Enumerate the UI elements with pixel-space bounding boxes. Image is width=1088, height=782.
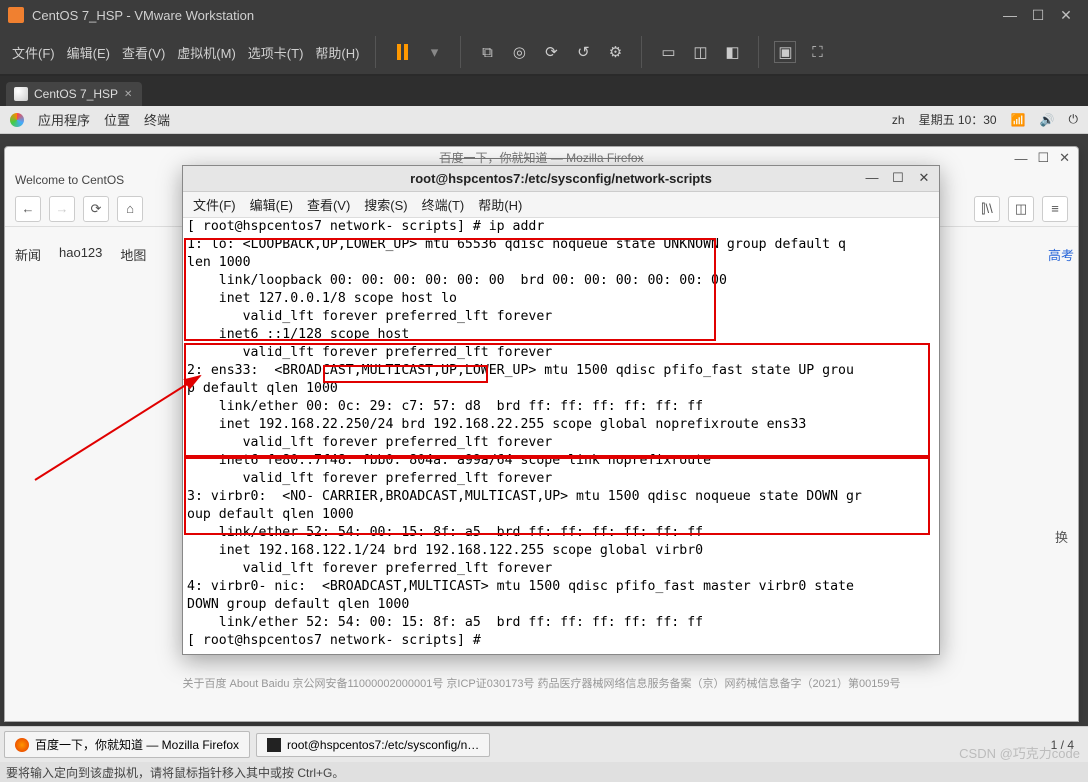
link-map[interactable]: 地图 bbox=[120, 245, 146, 264]
vmware-status-text: 要将输入定向到该虚拟机，请将鼠标指针移入其中或按 Ctrl+G。 bbox=[6, 764, 344, 781]
fullscreen-button[interactable]: ⛶ bbox=[807, 42, 827, 62]
nav-reload-button[interactable]: ⟳ bbox=[83, 196, 109, 222]
terminal-output[interactable]: [ root@hspcentos7 network- scripts] # ip… bbox=[183, 218, 939, 654]
nav-back-button[interactable]: ← bbox=[15, 196, 41, 222]
term-menu-search[interactable]: 搜索(S) bbox=[364, 195, 407, 214]
window-maximize-button[interactable]: ☐ bbox=[1024, 7, 1052, 24]
panel-lang[interactable]: zh bbox=[892, 113, 905, 127]
taskbar-terminal-button[interactable]: root@hspcentos7:/etc/sysconfig/n… bbox=[256, 733, 490, 757]
workspace-indicator[interactable]: 1 / 4 bbox=[1041, 738, 1084, 752]
firefox-title: 百度一下，你就知道 — Mozilla Firefox bbox=[5, 149, 1078, 166]
terminal-title: root@hspcentos7:/etc/sysconfig/network-s… bbox=[410, 171, 712, 186]
terminal-maximize-button[interactable]: ☐ bbox=[889, 170, 907, 186]
layout1-button[interactable]: ▭ bbox=[658, 42, 678, 62]
vmware-menubar: 文件(F) 编辑(E) 查看(V) 虚拟机(M) 选项卡(T) 帮助(H) ▾ … bbox=[0, 30, 1088, 76]
terminal-minimize-button[interactable]: — bbox=[863, 170, 881, 186]
vmware-icon bbox=[8, 7, 24, 23]
menu-help[interactable]: 帮助(H) bbox=[315, 43, 359, 62]
vm-tab[interactable]: CentOS 7_HSP ✕ bbox=[6, 82, 142, 106]
vmware-tabstrip: CentOS 7_HSP ✕ bbox=[0, 76, 1088, 106]
panel-terminal[interactable]: 终端 bbox=[144, 110, 170, 129]
terminal-menubar: 文件(F) 编辑(E) 查看(V) 搜索(S) 终端(T) 帮助(H) bbox=[183, 192, 939, 218]
vm-tab-label: CentOS 7_HSP bbox=[34, 87, 118, 101]
vm-tab-close-icon[interactable]: ✕ bbox=[124, 89, 132, 100]
taskbar-firefox-label: 百度一下，你就知道 — Mozilla Firefox bbox=[35, 736, 239, 753]
settings-button[interactable]: ⚙ bbox=[605, 42, 625, 62]
snapshot-button[interactable]: ◎ bbox=[509, 42, 529, 62]
vmware-titlebar: CentOS 7_HSP - VMware Workstation — ☐ ✕ bbox=[0, 0, 1088, 30]
term-menu-file[interactable]: 文件(F) bbox=[193, 195, 236, 214]
link-gaokao[interactable]: 高考 bbox=[1048, 245, 1074, 264]
sidebar-button[interactable]: ◫ bbox=[1008, 196, 1034, 222]
panel-places[interactable]: 位置 bbox=[104, 110, 130, 129]
window-close-button[interactable]: ✕ bbox=[1052, 7, 1080, 24]
menu-button[interactable]: ≡ bbox=[1042, 196, 1068, 222]
menu-tabs[interactable]: 选项卡(T) bbox=[248, 43, 304, 62]
term-menu-terminal[interactable]: 终端(T) bbox=[422, 195, 465, 214]
panel-power-icon[interactable]: ⏻ bbox=[1069, 112, 1079, 127]
term-menu-help[interactable]: 帮助(H) bbox=[478, 195, 522, 214]
console-button[interactable]: ▣ bbox=[775, 42, 795, 62]
menu-edit[interactable]: 编辑(E) bbox=[67, 43, 110, 62]
gnome-terminal-window: root@hspcentos7:/etc/sysconfig/network-s… bbox=[182, 165, 940, 655]
link-change[interactable]: 换 bbox=[1055, 527, 1068, 546]
pause-button[interactable] bbox=[392, 42, 412, 62]
taskbar-terminal-label: root@hspcentos7:/etc/sysconfig/n… bbox=[287, 738, 479, 752]
term-menu-edit[interactable]: 编辑(E) bbox=[250, 195, 293, 214]
vmware-title: CentOS 7_HSP - VMware Workstation bbox=[32, 8, 254, 23]
link-news[interactable]: 新闻 bbox=[15, 245, 41, 264]
library-button[interactable]: ⫿\\ bbox=[974, 196, 1000, 222]
gnome-taskbar: 百度一下，你就知道 — Mozilla Firefox root@hspcent… bbox=[0, 726, 1088, 762]
menu-vm[interactable]: 虚拟机(M) bbox=[177, 43, 236, 62]
firefox-tab[interactable]: Welcome to CentOS bbox=[5, 169, 134, 191]
gnome-top-panel: 应用程序 位置 终端 zh 星期五 10：30 📶 🔊 ⏻ bbox=[0, 106, 1088, 134]
vmware-statusbar: 要将输入定向到该虚拟机，请将鼠标指针移入其中或按 Ctrl+G。 bbox=[0, 762, 1088, 782]
layout3-button[interactable]: ◧ bbox=[722, 42, 742, 62]
layout2-button[interactable]: ◫ bbox=[690, 42, 710, 62]
terminal-titlebar: root@hspcentos7:/etc/sysconfig/network-s… bbox=[183, 166, 939, 192]
window-minimize-button[interactable]: — bbox=[996, 7, 1024, 23]
terminal-icon bbox=[267, 738, 281, 752]
terminal-close-button[interactable]: ✕ bbox=[915, 170, 933, 186]
power-dropdown[interactable]: ▾ bbox=[424, 42, 444, 62]
activities-icon[interactable] bbox=[10, 113, 24, 127]
revert-button[interactable]: ↺ bbox=[573, 42, 593, 62]
baidu-footer: 关于百度 About Baidu 京公网安备11000002000001号 京I… bbox=[5, 671, 1078, 695]
nav-forward-button[interactable]: → bbox=[49, 196, 75, 222]
panel-volume-icon[interactable]: 🔊 bbox=[1040, 113, 1055, 127]
panel-network-icon[interactable]: 📶 bbox=[1011, 113, 1026, 127]
term-menu-view[interactable]: 查看(V) bbox=[307, 195, 350, 214]
firefox-icon bbox=[15, 738, 29, 752]
snapshot-manager-button[interactable]: ⟳ bbox=[541, 42, 561, 62]
panel-applications[interactable]: 应用程序 bbox=[38, 110, 90, 129]
link-hao123[interactable]: hao123 bbox=[59, 245, 102, 264]
taskbar-firefox-button[interactable]: 百度一下，你就知道 — Mozilla Firefox bbox=[4, 731, 250, 758]
menu-file[interactable]: 文件(F) bbox=[12, 43, 55, 62]
vm-tab-icon bbox=[14, 87, 28, 101]
send-ctrlaltdel-button[interactable]: ⧉ bbox=[477, 42, 497, 62]
menu-view[interactable]: 查看(V) bbox=[122, 43, 165, 62]
panel-clock[interactable]: 星期五 10：30 bbox=[919, 111, 997, 128]
nav-home-button[interactable]: ⌂ bbox=[117, 196, 143, 222]
